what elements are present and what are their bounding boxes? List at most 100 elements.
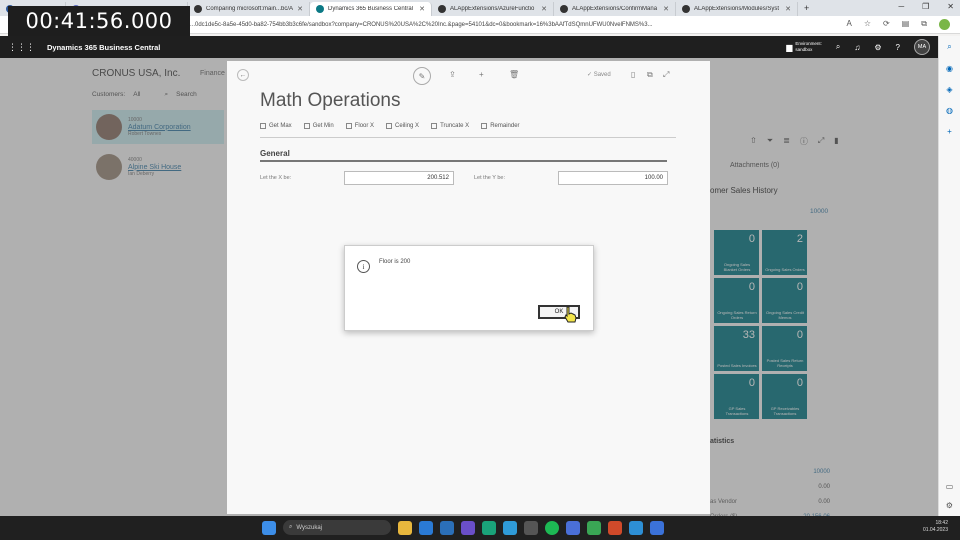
add-sidebar-icon[interactable]: + — [947, 127, 952, 136]
environment-indicator[interactable]: ▆ Environment: sandbox — [786, 41, 822, 53]
user-avatar[interactable]: MA — [914, 39, 930, 55]
refresh-icon[interactable]: ⟳ — [883, 19, 890, 30]
sidebar-settings-icon[interactable]: ⚙ — [946, 501, 954, 510]
app-icon[interactable] — [608, 520, 622, 535]
action-icon — [345, 123, 352, 129]
share-icon[interactable]: ⇪ — [449, 70, 456, 79]
bc-product-title[interactable]: Dynamics 365 Business Central — [47, 43, 160, 52]
action-label: Truncate X — [440, 123, 470, 129]
collections-icon[interactable]: ▤ — [902, 19, 910, 30]
popout-icon[interactable]: ⧉ — [647, 70, 653, 80]
maximize-icon[interactable]: ❐ — [922, 2, 929, 11]
teams-icon[interactable] — [461, 520, 475, 535]
url-field[interactable]: ...0dc1de5c-8a5e-45d0-ba82-754bb3b3c6fe/… — [190, 18, 730, 31]
tab-close-icon[interactable]: ✕ — [663, 5, 669, 13]
app-icon[interactable] — [650, 520, 664, 535]
browser-tab[interactable]: ALAppExtensions/ConfirmMana ✕ — [554, 2, 676, 16]
action-button[interactable]: Ceiling X — [386, 123, 419, 129]
delete-icon[interactable]: 🗑 — [509, 70, 519, 79]
page-title: Math Operations — [260, 90, 401, 111]
tab-label: ALAppExtensions/Modules/Syst — [694, 6, 780, 12]
tab-favicon-icon — [316, 5, 324, 13]
browser-tab[interactable]: Dynamics 365 Business Central ✕ — [310, 2, 432, 16]
browser-tab[interactable]: ALAppExtensions/Modules/Syst ✕ — [676, 2, 798, 16]
video-timestamp-overlay: 00:41:56.000 — [8, 6, 190, 36]
divider — [260, 160, 667, 162]
minimize-icon[interactable]: ─ — [898, 2, 904, 11]
app-icon[interactable] — [629, 520, 643, 535]
edge-beta-icon[interactable] — [482, 520, 496, 535]
edge-dev-icon[interactable] — [503, 520, 517, 535]
action-button[interactable]: Floor X — [345, 123, 375, 129]
edge-icon[interactable] — [419, 520, 433, 535]
shopping-icon[interactable]: ◈ — [946, 85, 952, 94]
action-button[interactable]: Remainder — [481, 123, 520, 129]
browser-toolbar-icons: A ☆ ⟳ ▤ ⧉ — [847, 19, 950, 30]
system-clock[interactable]: 18:42 01.04.2023 — [923, 520, 948, 534]
action-label: Get Min — [312, 123, 334, 129]
sidebar-collapse-icon[interactable]: ▭ — [946, 482, 954, 491]
tab-label: ALAppExtensions/ConfirmMana — [572, 6, 658, 12]
search-icon[interactable]: ⌕ — [836, 42, 840, 52]
action-label: Get Max — [269, 123, 292, 129]
close-window-icon[interactable]: ✕ — [947, 2, 954, 11]
notifications-bell-icon[interactable]: ♫ — [854, 43, 860, 52]
tab-close-icon[interactable]: ✕ — [541, 5, 547, 13]
new-tab-icon[interactable]: + — [804, 3, 809, 13]
expand-icon[interactable]: ⤢ — [663, 70, 669, 80]
settings-gear-icon[interactable]: ⚙ — [874, 43, 881, 52]
dialog-message: Floor is 200 — [379, 259, 411, 265]
field-x-input[interactable]: 200.512 — [344, 171, 454, 185]
new-icon[interactable]: + — [479, 70, 484, 79]
browser-tab[interactable]: Comparing microsoft:main...bc/A ✕ — [188, 2, 310, 16]
vscode-icon[interactable] — [440, 520, 454, 535]
clock-date: 01.04.2023 — [922, 527, 948, 533]
profile-avatar[interactable] — [939, 19, 950, 30]
action-label: Floor X — [354, 123, 375, 129]
app-launcher-icon[interactable]: ⋮⋮⋮ — [8, 42, 35, 53]
help-icon[interactable]: ? — [896, 43, 900, 52]
copilot-icon[interactable]: ◉ — [946, 64, 953, 73]
window-controls: ─ ❐ ✕ — [898, 2, 954, 11]
action-label: Ceiling X — [395, 123, 420, 129]
action-label: Remainder — [490, 123, 520, 129]
start-icon[interactable] — [262, 520, 276, 535]
spotify-icon[interactable] — [545, 520, 559, 535]
field-x-label: Let the X be: — [260, 175, 292, 181]
file-explorer-icon[interactable] — [398, 520, 412, 535]
tab-label: Comparing microsoft:main...bc/A — [206, 6, 294, 12]
action-button[interactable]: Truncate X — [431, 123, 469, 129]
terminal-icon[interactable] — [524, 520, 538, 535]
action-button[interactable]: Get Max — [260, 123, 292, 129]
action-icon — [481, 123, 488, 129]
search-sidebar-icon[interactable]: ⌕ — [947, 42, 951, 52]
tab-close-icon[interactable]: ✕ — [419, 5, 425, 13]
hand-cursor-icon — [564, 306, 577, 323]
read-aloud-icon[interactable]: A — [847, 19, 852, 30]
bookmark-icon[interactable]: ▯ — [631, 70, 635, 79]
field-y-input[interactable]: 100.00 — [558, 171, 668, 185]
app-icon[interactable] — [587, 520, 601, 535]
tab-favicon-icon — [438, 5, 446, 13]
tab-favicon-icon — [560, 5, 568, 13]
tab-favicon-icon — [682, 5, 690, 13]
back-arrow-icon[interactable]: ← — [237, 69, 249, 81]
tab-close-icon[interactable]: ✕ — [785, 5, 791, 13]
tab-close-icon[interactable]: ✕ — [297, 5, 303, 13]
app-icon[interactable] — [566, 520, 580, 535]
action-icon — [431, 123, 438, 129]
browser-tab[interactable]: ALAppExtensions/AzureFunctio ✕ — [432, 2, 554, 16]
bc-navigation-bar: ⋮⋮⋮ Dynamics 365 Business Central ▆ Envi… — [0, 36, 938, 58]
divider — [260, 137, 676, 138]
clock-time: 18:42 — [935, 520, 948, 526]
section-general-header[interactable]: General — [260, 149, 290, 158]
environment-name: sandbox — [795, 47, 813, 52]
windows-taskbar: ⌕ Wyszukaj 18:42 01.04.2023 — [0, 516, 960, 540]
edit-pencil-icon[interactable]: ✎ — [413, 67, 431, 85]
search-icon: ⌕ — [289, 524, 293, 530]
action-button[interactable]: Get Min — [303, 123, 334, 129]
taskbar-search[interactable]: ⌕ Wyszukaj — [283, 520, 391, 535]
extensions-icon[interactable]: ⧉ — [921, 19, 927, 30]
office-icon[interactable]: ◍ — [946, 106, 953, 115]
favorites-star-icon[interactable]: ☆ — [864, 19, 871, 30]
